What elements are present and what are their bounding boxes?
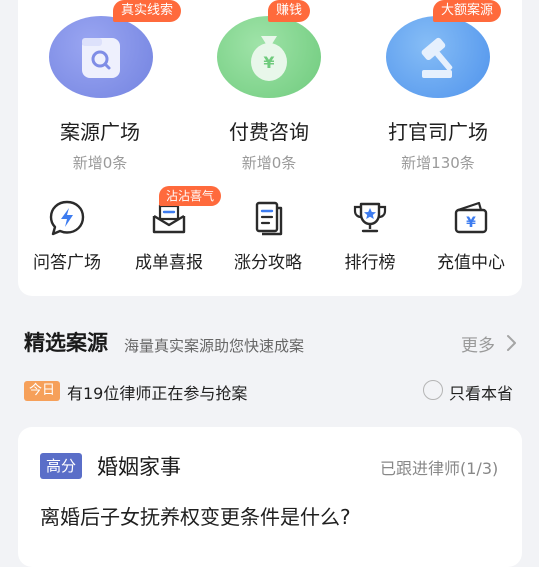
shortcut-label: 排行榜 [344, 253, 396, 273]
feature-badge: 赚钱 [268, 0, 311, 22]
today-lawyers-text: 有19位律师正在参与抢案 [67, 384, 248, 403]
feature-subtitle: 新增130条 [401, 154, 475, 172]
wallet-icon: ¥ [454, 201, 488, 234]
shortcut-label: 成单喜报 [135, 253, 203, 273]
shortcut-label: 问答广场 [33, 253, 101, 273]
case-category: 婚姻家事 [97, 455, 181, 479]
money-bag-icon: ¥ [251, 36, 287, 81]
more-link[interactable]: 更多 [461, 331, 495, 356]
feature-badge: 真实线索 [113, 0, 182, 22]
feature-subtitle: 新增0条 [72, 154, 128, 172]
province-only-radio[interactable] [423, 380, 443, 400]
followed-lawyers-count: 已跟进律师(1/3) [380, 459, 499, 478]
today-badge: 今日 [24, 381, 61, 401]
features-card: 真实线索 案源广场 新增0条 ¥ 赚钱 付费咨询 新增0条 大额案源 打官司广场… [18, 0, 522, 296]
feature-title: 付费咨询 [229, 120, 309, 144]
case-card[interactable]: 高分 婚姻家事 已跟进律师(1/3) 离婚后子女抚养权变更条件是什么? [18, 427, 522, 567]
svg-text:¥: ¥ [466, 215, 476, 231]
section-subtitle: 海量真实案源助您快速成案 [124, 337, 305, 355]
magnifier-card-icon [82, 38, 120, 78]
feature-title: 打官司广场 [388, 120, 488, 144]
high-score-tag: 高分 [40, 453, 83, 479]
trophy-icon [353, 202, 387, 233]
feature-case-square-circle [49, 16, 153, 98]
gavel-icon [421, 37, 453, 78]
feature-title: 案源广场 [60, 120, 140, 144]
svg-text:¥: ¥ [263, 53, 274, 72]
feature-subtitle: 新增0条 [241, 154, 297, 172]
shortcut-label: 涨分攻略 [234, 253, 302, 273]
document-icon [255, 201, 283, 236]
case-question: 离婚后子女抚养权变更条件是什么? [40, 505, 351, 529]
province-only-label[interactable]: 只看本省 [449, 380, 513, 404]
feature-paid-consult-circle: ¥ [217, 16, 321, 98]
shortcut-badge: 沾沾喜气 [159, 186, 222, 206]
shortcut-label: 充值中心 [437, 253, 505, 273]
feature-litigation-square-circle [386, 16, 490, 98]
feature-badge: 大额案源 [433, 0, 502, 22]
chevron-right-icon[interactable] [504, 333, 518, 353]
lightning-chat-icon [49, 200, 85, 236]
section-title: 精选案源 [24, 331, 108, 355]
